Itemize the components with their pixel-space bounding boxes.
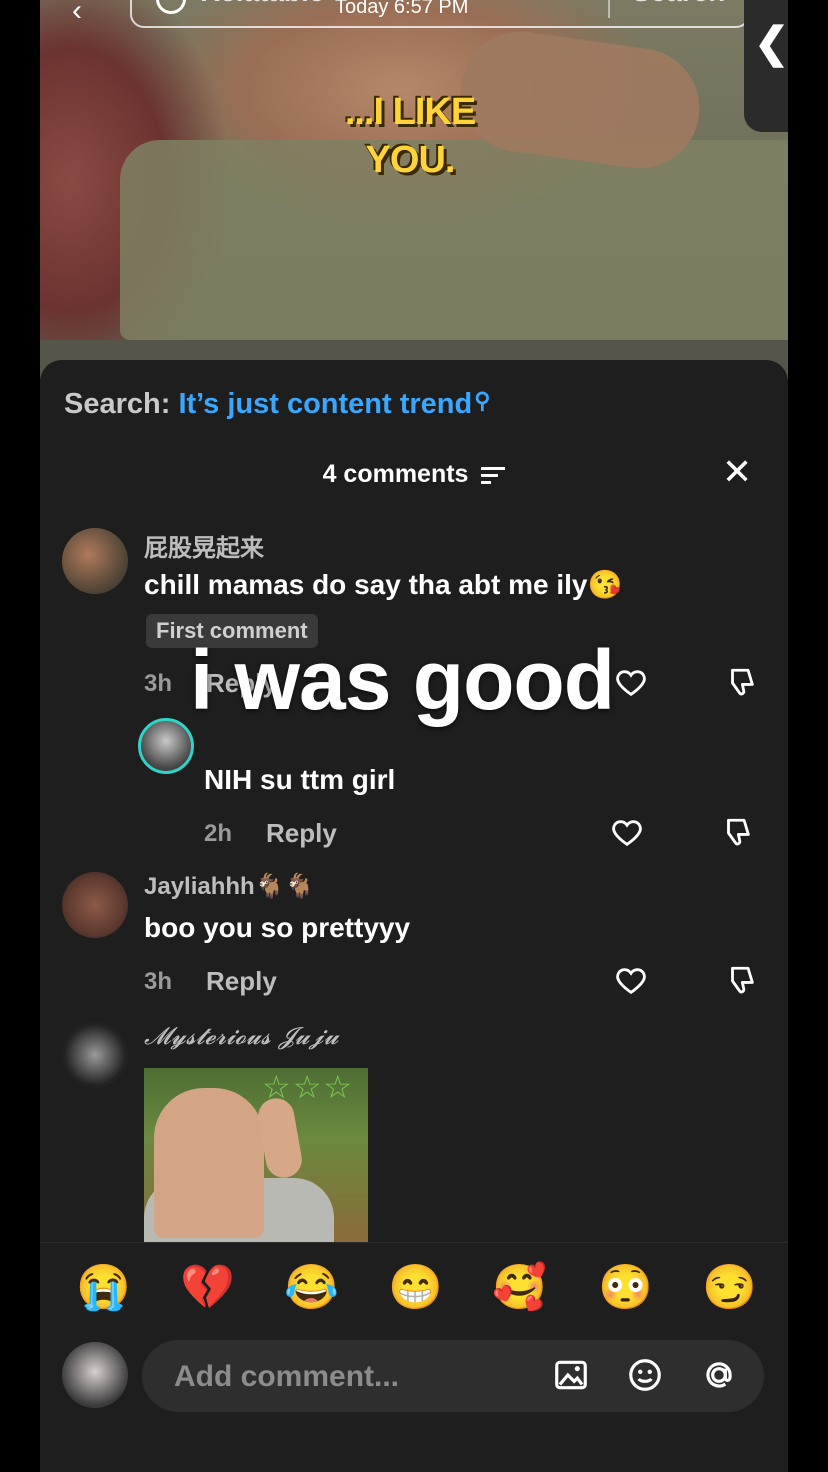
emoji-button[interactable]: 😂 <box>284 1261 339 1313</box>
search-icon: ⚲ <box>474 388 491 413</box>
app-frame: ...I LIKE YOU. ‹ Relatable Search Today … <box>40 0 788 1472</box>
comment-username[interactable]: 𝓜𝔂𝓼𝓽𝓮𝓻𝓲𝓸𝓾𝓼 𝓙𝓾𝓳𝓾 <box>144 1022 339 1050</box>
comment-time: 3h <box>144 670 173 697</box>
avatar[interactable] <box>62 1022 128 1088</box>
comments-count[interactable]: 4 comments <box>40 460 788 489</box>
side-panel-handle[interactable]: ❮ <box>744 0 788 132</box>
avatar[interactable] <box>62 528 128 594</box>
emoji-button[interactable]: 😳 <box>598 1261 653 1313</box>
emoji-button[interactable]: 💔 <box>180 1261 235 1313</box>
reply-button[interactable]: Reply <box>206 966 277 997</box>
emoji-button[interactable]: 😭 <box>76 1261 131 1313</box>
dislike-icon[interactable] <box>724 964 758 998</box>
chevron-left-icon: ❮ <box>754 19 788 66</box>
comment-input[interactable] <box>172 1354 536 1400</box>
comment-input-box[interactable] <box>142 1340 764 1412</box>
search-suggestion-query[interactable]: It’s just content trend <box>178 388 472 420</box>
search-icon <box>156 0 186 14</box>
comment-time: 2h <box>204 820 233 847</box>
avatar[interactable] <box>62 1342 128 1408</box>
gif-stars-icon: ☆☆☆ <box>262 1069 355 1105</box>
reply-button[interactable]: Reply <box>266 818 337 849</box>
comment-text: NIH su ttm girl <box>204 764 396 795</box>
emoji-button[interactable]: 😁 <box>388 1261 443 1313</box>
dislike-icon[interactable] <box>720 816 754 850</box>
close-icon[interactable]: ✕ <box>722 454 752 490</box>
comments-sheet: Search: It’s just content trend⚲ 4 comme… <box>40 360 788 1472</box>
heart-icon[interactable] <box>610 816 644 850</box>
filter-icon[interactable] <box>481 463 506 488</box>
search-suggestion[interactable]: Search: It’s just content trend⚲ <box>64 388 490 421</box>
video-caption: ...I LIKE YOU. <box>344 91 476 181</box>
dislike-icon[interactable] <box>724 666 758 700</box>
comment-input-row <box>40 1336 788 1426</box>
emoji-button[interactable]: 🥰 <box>492 1261 547 1313</box>
heart-icon[interactable] <box>614 964 648 998</box>
avatar[interactable] <box>62 872 128 938</box>
comment-text: boo you so prettyyy <box>144 912 411 943</box>
mention-icon[interactable] <box>700 1356 738 1394</box>
sticker-icon[interactable] <box>626 1356 664 1394</box>
comment-gif[interactable]: ☆☆☆ <box>144 1068 368 1242</box>
status-time: Today 6:57 PM <box>335 0 469 18</box>
comments-count-label: 4 comments <box>322 460 469 488</box>
back-arrow-icon[interactable]: ‹ <box>72 0 82 28</box>
top-search-text: Relatable <box>200 0 325 8</box>
image-icon[interactable] <box>552 1356 590 1394</box>
heart-icon[interactable] <box>614 666 648 700</box>
search-suggestion-label: Search: <box>64 388 171 420</box>
search-divider <box>608 0 610 18</box>
emoji-bar: 😭 💔 😂 😁 🥰 😳 😏 <box>40 1242 788 1335</box>
top-search-button[interactable]: Search <box>632 0 725 8</box>
comment-time: 3h <box>144 968 173 995</box>
comment-username[interactable]: 屁股晃起来 <box>144 528 264 563</box>
comment-text: chill mamas do say tha abt me ily😘 <box>144 569 623 600</box>
video-player[interactable]: ...I LIKE YOU. <box>40 0 788 380</box>
comment-username[interactable]: Jayliahhh🐐🐐 <box>144 872 314 901</box>
video-overlay-text: i was good <box>190 633 615 727</box>
gif-person <box>154 1088 264 1238</box>
emoji-button[interactable]: 😏 <box>702 1261 757 1313</box>
avatar[interactable] <box>138 718 194 774</box>
